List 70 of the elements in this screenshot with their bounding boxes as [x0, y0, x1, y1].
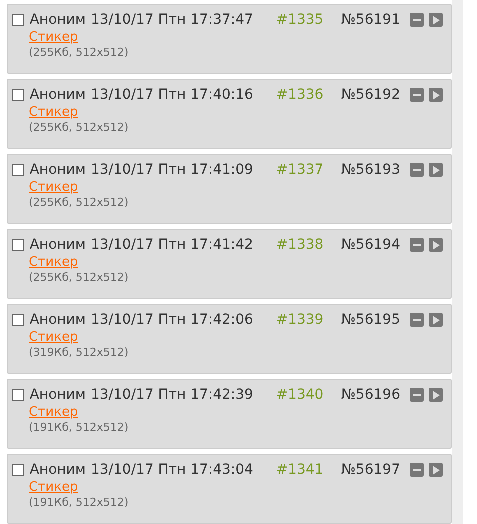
- select-checkbox[interactable]: [12, 464, 24, 476]
- hide-button[interactable]: [410, 238, 424, 252]
- post-index: #1340: [276, 386, 325, 404]
- file-info: (255Кб, 512x512): [29, 196, 130, 210]
- hide-button[interactable]: [410, 313, 424, 327]
- play-icon: [432, 466, 440, 474]
- post-date: 13/10/17 Птн 17:37:47: [90, 10, 254, 30]
- select-checkbox[interactable]: [12, 14, 24, 26]
- post-index: #1335: [276, 10, 325, 30]
- minus-icon: [413, 469, 422, 471]
- author-name: Аноним: [30, 310, 86, 330]
- play-button[interactable]: [429, 163, 443, 177]
- author-name: Аноним: [30, 10, 86, 30]
- minus-icon: [413, 394, 422, 396]
- post-index: #1338: [276, 236, 325, 254]
- author-name: Аноним: [30, 160, 86, 180]
- hide-button[interactable]: [410, 88, 424, 102]
- author-name: Аноним: [30, 460, 86, 480]
- select-checkbox[interactable]: [12, 164, 24, 176]
- post-date: 13/10/17 Птн 17:42:06: [90, 310, 254, 330]
- select-checkbox[interactable]: [12, 389, 24, 401]
- play-icon: [432, 16, 440, 24]
- play-button[interactable]: [429, 388, 443, 402]
- hide-button[interactable]: [410, 13, 424, 27]
- play-button[interactable]: [429, 238, 443, 252]
- play-button[interactable]: [429, 88, 443, 102]
- play-icon: [432, 90, 440, 100]
- post-date: 13/10/17 Птн 17:43:04: [90, 460, 254, 480]
- minus-icon: [413, 94, 422, 96]
- file-info: (191Кб, 512x512): [29, 421, 130, 435]
- minus-icon: [413, 19, 422, 21]
- play-icon: [432, 240, 440, 250]
- hide-button[interactable]: [410, 163, 424, 177]
- select-checkbox[interactable]: [12, 89, 24, 101]
- post-number-link[interactable]: №56196: [341, 384, 410, 406]
- post-date: 13/10/17 Птн 17:42:39: [90, 386, 254, 404]
- post-number-link[interactable]: №56195: [341, 310, 410, 330]
- post-number-link[interactable]: №56193: [341, 160, 410, 180]
- post-index: #1336: [276, 86, 325, 104]
- post-number-link[interactable]: №56191: [341, 10, 410, 30]
- minus-icon: [413, 169, 422, 171]
- post-index: #1341: [276, 460, 325, 480]
- post-index: #1337: [276, 160, 325, 180]
- hide-button[interactable]: [410, 388, 424, 402]
- post-number-link[interactable]: №56197: [341, 460, 410, 480]
- play-icon: [432, 316, 440, 324]
- post-date: 13/10/17 Птн 17:41:09: [90, 160, 254, 180]
- author-name: Аноним: [30, 386, 86, 404]
- play-button[interactable]: [429, 463, 443, 477]
- author-name: Аноним: [30, 236, 86, 254]
- play-button[interactable]: [429, 13, 443, 27]
- author-name: Аноним: [30, 86, 86, 104]
- play-icon: [432, 166, 440, 174]
- file-info: (255Кб, 512x512): [29, 121, 130, 135]
- post-index: #1339: [276, 310, 325, 330]
- minus-icon: [413, 319, 422, 321]
- post-date: 13/10/17 Птн 17:41:42: [90, 236, 254, 254]
- file-info: (255Кб, 512x512): [29, 46, 130, 60]
- post-number-link[interactable]: №56194: [341, 234, 410, 256]
- select-checkbox[interactable]: [12, 314, 24, 326]
- file-info: (319Кб, 512x512): [29, 346, 130, 360]
- post-number-link[interactable]: №56192: [341, 84, 410, 106]
- hide-button[interactable]: [410, 463, 424, 477]
- select-checkbox[interactable]: [12, 239, 24, 251]
- minus-icon: [413, 244, 422, 246]
- file-info: (255Кб, 512x512): [29, 271, 130, 285]
- post-date: 13/10/17 Птн 17:40:16: [90, 86, 254, 104]
- play-icon: [432, 390, 440, 400]
- play-button[interactable]: [429, 313, 443, 327]
- file-info: (191Кб, 512x512): [29, 496, 130, 510]
